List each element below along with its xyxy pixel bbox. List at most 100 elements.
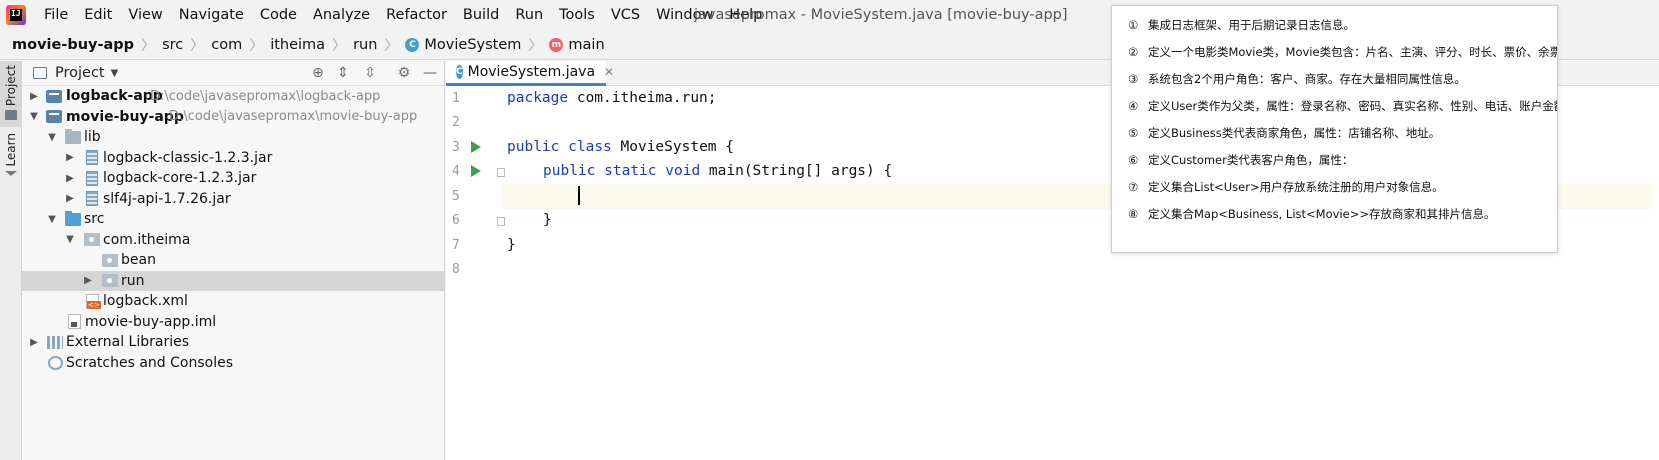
window-title: javasepromax - MovieSystem.java [movie-b… <box>694 7 1068 23</box>
package-icon <box>102 274 118 288</box>
tree-item-label: logback-classic-1.2.3.jar <box>103 149 273 166</box>
code-line: } <box>507 233 516 258</box>
chevron-right-icon[interactable]: ▶ <box>83 275 93 286</box>
graduation-cap-icon <box>5 170 17 176</box>
chevron-right-icon[interactable]: ▶ <box>65 173 75 184</box>
libraries-icon <box>47 335 63 349</box>
menu-run[interactable]: Run <box>507 0 551 30</box>
chevron-right-icon[interactable]: ▶ <box>65 193 75 204</box>
tree-item-jar[interactable]: ▶ logback-classic-1.2.3.jar <box>22 148 444 169</box>
breadcrumb-com[interactable]: com <box>211 30 242 60</box>
menu-navigate[interactable]: Navigate <box>171 0 252 30</box>
tree-item-jar[interactable]: ▶ logback-core-1.2.3.jar <box>22 168 444 189</box>
code-text: } <box>543 212 552 229</box>
chevron-down-icon[interactable]: ▼ <box>111 68 119 79</box>
tree-item-logback-app[interactable]: ▶ logback-app D:\code\javasepromax\logba… <box>22 86 444 107</box>
note-item: ⑦ 定义集合List<User>用户存放系统注册的用户对象信息。 <box>1128 180 1444 194</box>
run-gutter-icon[interactable] <box>471 165 481 177</box>
locate-icon[interactable]: ⊕ <box>310 65 326 81</box>
learn-tool-tab-label: Learn <box>4 133 18 167</box>
menu-vcs[interactable]: VCS <box>603 0 648 30</box>
learn-tool-tab[interactable]: Learn <box>0 133 22 189</box>
expand-all-icon[interactable]: ⇕ <box>335 65 351 81</box>
code-keyword: void <box>665 163 701 180</box>
chevron-down-icon[interactable]: ▼ <box>47 132 57 143</box>
method-icon: m <box>549 37 564 52</box>
tree-item-label: src <box>84 211 105 228</box>
module-icon <box>46 89 62 103</box>
menu-file[interactable]: File <box>36 0 76 30</box>
chevron-down-icon[interactable]: ▼ <box>47 214 57 225</box>
tree-item-label: External Libraries <box>66 334 189 351</box>
minimize-icon[interactable]: — <box>422 65 438 81</box>
editor-tab-moviesystem[interactable]: C MovieSystem.java ✕ <box>446 61 614 86</box>
menu-refactor[interactable]: Refactor <box>378 0 455 30</box>
line-number: 6 <box>452 213 460 228</box>
chevron-right-icon[interactable]: ▶ <box>29 337 39 348</box>
menu-analyze[interactable]: Analyze <box>305 0 378 30</box>
note-item: ⑧ 定义集合Map<Business, List<Movie>>存放商家和其排片信… <box>1128 207 1496 221</box>
chevron-right-icon[interactable]: ▶ <box>29 91 39 102</box>
chevron-right-icon: 〉 <box>249 37 264 54</box>
tree-item-src[interactable]: ▼ src <box>22 209 444 230</box>
tree-item-lib[interactable]: ▼ lib <box>22 127 444 148</box>
chevron-down-icon[interactable]: ▼ <box>65 234 75 245</box>
chevron-right-icon: 〉 <box>141 37 156 54</box>
tree-item-file[interactable]: logback.xml <box>22 291 444 312</box>
tree-item-external-libraries[interactable]: ▶ External Libraries <box>22 332 444 353</box>
breadcrumb-method[interactable]: m main <box>549 30 605 60</box>
code-keyword: public <box>543 163 596 180</box>
tree-item-file[interactable]: movie-buy-app.iml <box>22 312 444 333</box>
menu-edit[interactable]: Edit <box>76 0 120 30</box>
folder-icon <box>33 67 47 79</box>
chevron-right-icon[interactable]: ▶ <box>65 152 75 163</box>
breadcrumb-project[interactable]: movie-buy-app <box>12 30 134 60</box>
breadcrumb-itheima[interactable]: itheima <box>270 30 325 60</box>
tree-item-package[interactable]: bean <box>22 250 444 271</box>
menu-tools[interactable]: Tools <box>551 0 603 30</box>
fold-icon[interactable] <box>497 168 505 177</box>
note-item: ④ 定义User类作为父类，属性：登录名称、密码、真实名称、性别、电话、账户金额 <box>1128 99 1558 113</box>
code-keyword: package <box>507 90 569 107</box>
menu-build[interactable]: Build <box>455 0 507 30</box>
tree-item-label: logback-app <box>66 88 163 105</box>
editor-gutter: 1 2 3 4 5 6 7 8 <box>446 86 505 460</box>
breadcrumb-class-label: MovieSystem <box>424 36 522 53</box>
tree-item-package[interactable]: ▼ com.itheima <box>22 230 444 251</box>
code-line: public static void main(String[] args) { <box>543 159 892 184</box>
fold-icon[interactable] <box>497 217 505 226</box>
chevron-down-icon[interactable]: ▼ <box>29 111 39 122</box>
tree-item-path: D:\code\javasepromax\movie-buy-app <box>169 109 418 125</box>
tree-item-jar[interactable]: ▶ slf4j-api-1.7.26.jar <box>22 189 444 210</box>
close-icon[interactable]: ✕ <box>604 65 614 79</box>
code-text: main(String[] args) { <box>700 163 893 180</box>
project-tool-tab[interactable]: Project <box>0 61 22 127</box>
tree-item-movie-buy-app[interactable]: ▼ movie-buy-app D:\code\javasepromax\mov… <box>22 107 444 128</box>
breadcrumb-run[interactable]: run <box>353 30 377 60</box>
tree-item-path: D:\code\javasepromax\logback-app <box>150 88 381 104</box>
source-folder-icon <box>65 210 81 226</box>
note-item: ③ 系统包含2个用户角色：客户、商家。存在大量相同属性信息。 <box>1128 72 1466 86</box>
scratches-icon <box>48 355 63 370</box>
jar-icon <box>86 191 98 207</box>
breadcrumb-src[interactable]: src <box>162 30 183 60</box>
jar-icon <box>86 150 98 166</box>
iml-file-icon <box>68 314 81 330</box>
breadcrumb-class[interactable]: C MovieSystem <box>405 30 521 60</box>
menu-code[interactable]: Code <box>252 0 305 30</box>
project-tree: ▶ logback-app D:\code\javasepromax\logba… <box>22 86 444 373</box>
collapse-all-icon[interactable]: ⇳ <box>362 65 378 81</box>
project-panel-title[interactable]: Project <box>55 65 105 81</box>
project-panel-header: Project ▼ ⊕ ⇕ ⇳ ⚙ — <box>22 61 444 86</box>
menu-view[interactable]: View <box>120 0 170 30</box>
chevron-right-icon: 〉 <box>528 37 543 54</box>
code-keyword: public <box>507 139 560 156</box>
run-gutter-icon[interactable] <box>471 141 481 153</box>
tree-item-label: Scratches and Consoles <box>66 354 233 371</box>
jar-icon <box>86 170 98 186</box>
line-number: 2 <box>452 115 460 130</box>
tree-item-scratches[interactable]: Scratches and Consoles <box>22 353 444 374</box>
gear-icon[interactable]: ⚙ <box>396 65 412 81</box>
tree-item-package-selected[interactable]: ▶ run <box>22 270 444 291</box>
breadcrumb-method-label: main <box>568 36 605 53</box>
